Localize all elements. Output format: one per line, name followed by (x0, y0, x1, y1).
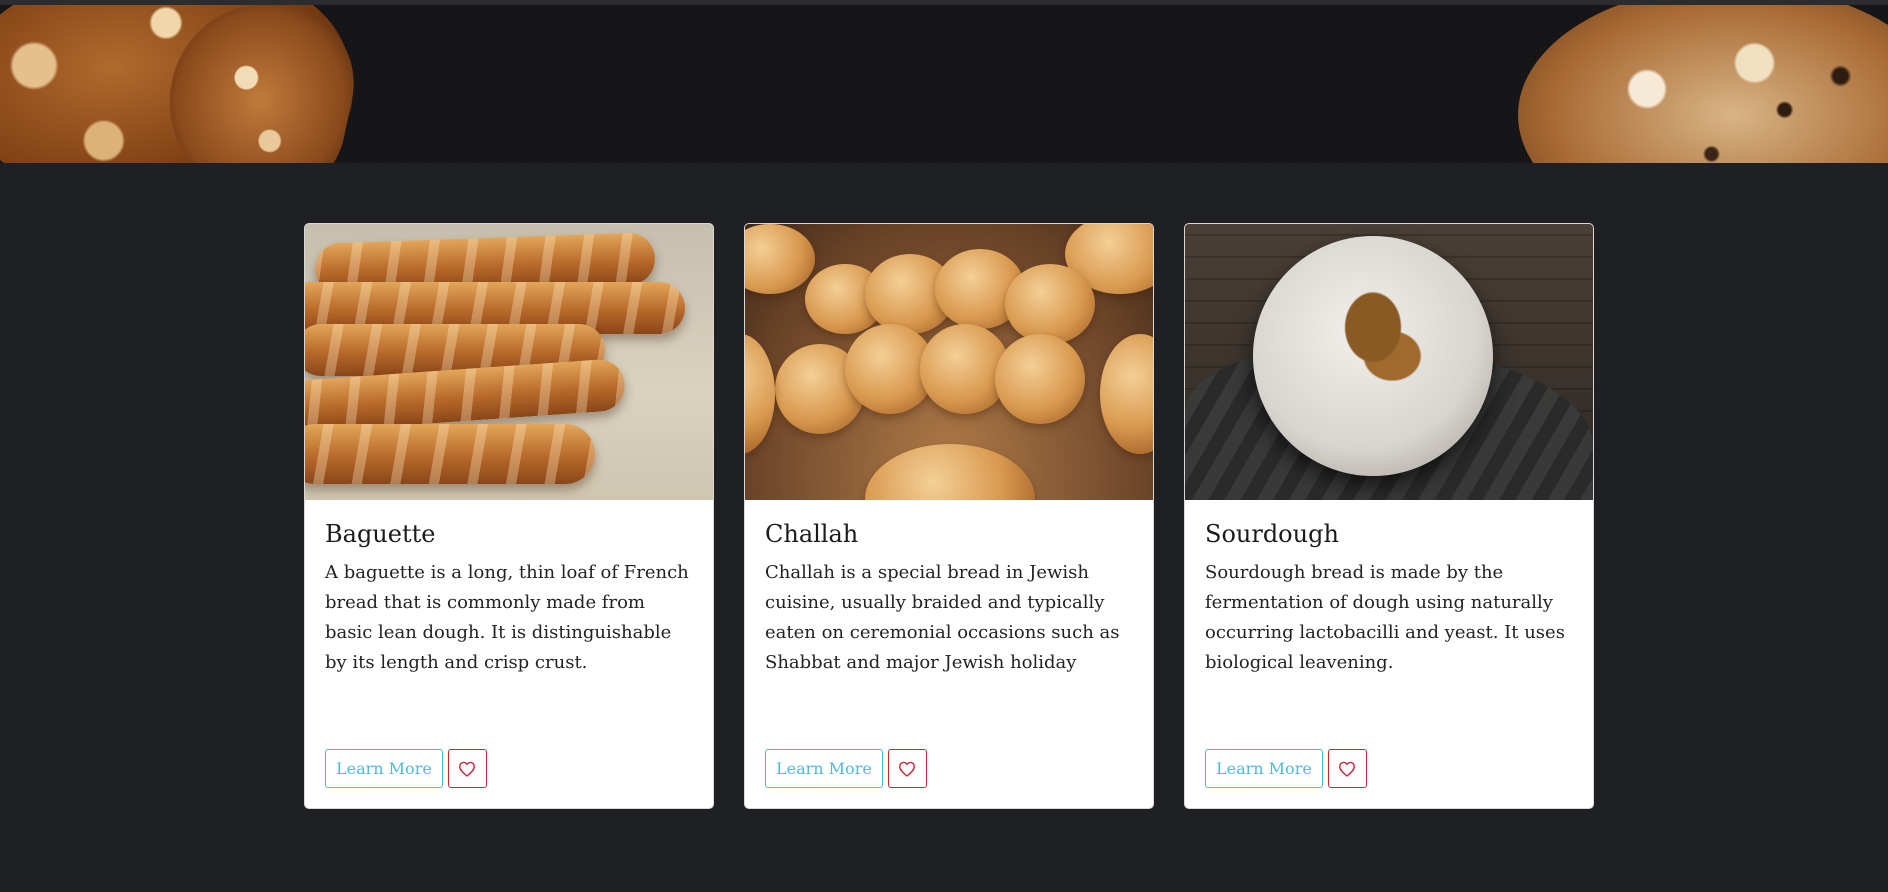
bun-shape (995, 334, 1085, 424)
boule-shape (1253, 236, 1493, 476)
card-body: Sourdough Sourdough bread is made by the… (1185, 500, 1593, 808)
card-description: Challah is a special bread in Jewish cui… (765, 562, 1120, 673)
bun-shape (745, 224, 815, 294)
bun-shape (865, 444, 1035, 500)
hero-bread-right-image (1518, 5, 1888, 163)
card-body: Challah Challah is a special bread in Je… (745, 500, 1153, 808)
card-sourdough: Sourdough Sourdough bread is made by the… (1184, 223, 1594, 809)
card-description: Sourdough bread is made by the fermentat… (1205, 562, 1565, 673)
learn-more-button[interactable]: Learn More (1205, 749, 1323, 788)
card-actions: Learn More (1205, 749, 1367, 788)
page: Baguette A baguette is a long, thin loaf… (0, 0, 1888, 892)
learn-more-button[interactable]: Learn More (325, 749, 443, 788)
card-title: Baguette (325, 520, 436, 548)
bun-shape (745, 334, 775, 454)
card-actions: Learn More (765, 749, 927, 788)
card-title: Sourdough (1205, 520, 1339, 548)
bread-cards: Baguette A baguette is a long, thin loaf… (304, 223, 1594, 809)
card-body: Baguette A baguette is a long, thin loaf… (305, 500, 713, 808)
bun-shape (1100, 334, 1153, 454)
sourdough-image (1185, 224, 1593, 500)
card-title: Challah (765, 520, 859, 548)
baguette-image (305, 224, 713, 500)
card-description: A baguette is a long, thin loaf of Frenc… (325, 562, 689, 673)
heart-outline-icon (1339, 761, 1356, 777)
hero-banner (0, 5, 1888, 163)
card-baguette: Baguette A baguette is a long, thin loaf… (304, 223, 714, 809)
favorite-button[interactable] (1327, 749, 1367, 788)
favorite-button[interactable] (447, 749, 487, 788)
bun-shape (1005, 264, 1095, 344)
heart-outline-icon (459, 761, 476, 777)
card-challah: Challah Challah is a special bread in Je… (744, 223, 1154, 809)
learn-more-button[interactable]: Learn More (765, 749, 883, 788)
challah-image (745, 224, 1153, 500)
card-actions: Learn More (325, 749, 487, 788)
heart-outline-icon (899, 761, 916, 777)
loaf-shape (305, 424, 595, 484)
favorite-button[interactable] (887, 749, 927, 788)
